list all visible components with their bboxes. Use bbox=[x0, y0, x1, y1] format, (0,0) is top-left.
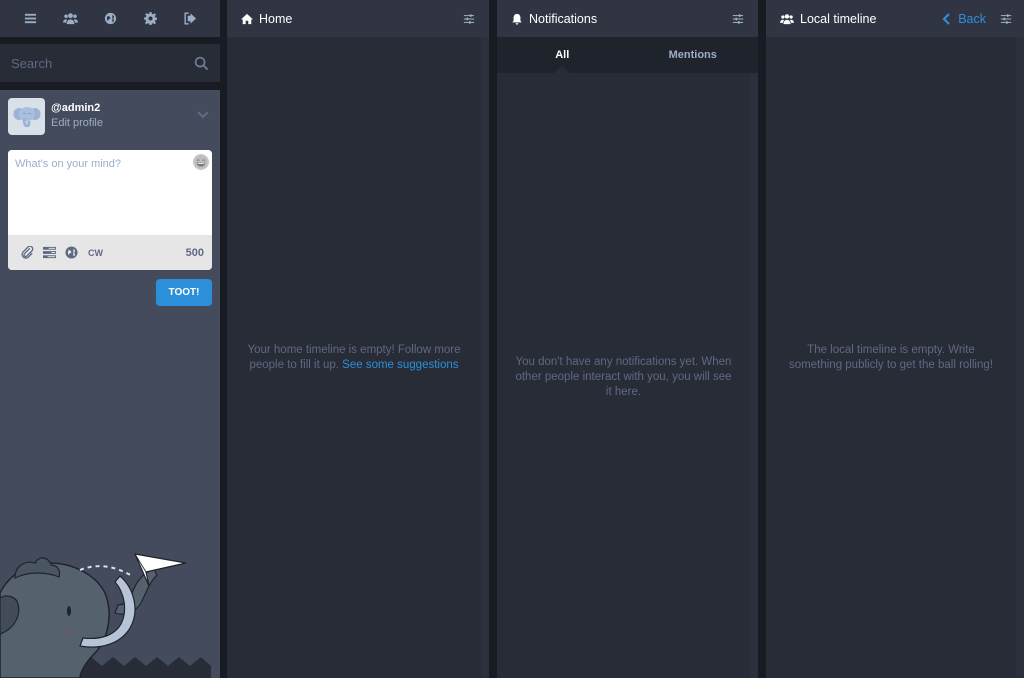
globe-icon bbox=[64, 246, 78, 259]
elephant-avatar-icon bbox=[13, 107, 40, 127]
toot-button[interactable]: TOOT! bbox=[156, 279, 212, 306]
home-empty-message: Your home timeline is empty! Follow more… bbox=[227, 343, 481, 373]
local-timeline-empty-message: The local timeline is empty. Write somet… bbox=[789, 344, 993, 371]
back-button[interactable]: Back bbox=[942, 12, 986, 26]
home-column: Home Your home timeline is empty! Follow… bbox=[227, 0, 489, 678]
local-timeline-button[interactable] bbox=[58, 7, 82, 31]
bell-icon bbox=[511, 13, 523, 25]
avatar[interactable] bbox=[8, 97, 45, 135]
notification-filter-bar: All Mentions bbox=[497, 37, 758, 73]
notifications-column-scrollbar[interactable] bbox=[750, 37, 758, 678]
notifications-column-title: Notifications bbox=[529, 11, 598, 26]
edit-profile-link[interactable]: Edit profile bbox=[51, 116, 103, 131]
home-column-scrollbar[interactable] bbox=[481, 37, 489, 678]
laughing-emoji-icon bbox=[194, 155, 208, 169]
home-column-header[interactable]: Home bbox=[227, 0, 489, 37]
local-timeline-column: Local timeline Back The local timeline i… bbox=[766, 0, 1024, 678]
logout-button[interactable] bbox=[178, 7, 202, 31]
tasks-icon bbox=[42, 246, 56, 259]
local-timeline-scrollbar[interactable] bbox=[1016, 37, 1024, 678]
navigation-bar: @admin2 Edit profile bbox=[0, 90, 220, 142]
search-icon[interactable] bbox=[194, 56, 209, 71]
notifications-column-header[interactable]: Notifications bbox=[497, 0, 758, 37]
users-icon bbox=[780, 13, 794, 25]
see-suggestions-link[interactable]: See some suggestions bbox=[342, 359, 458, 371]
notifications-column: Notifications All Mentions You don't hav… bbox=[497, 0, 758, 678]
privacy-button[interactable] bbox=[64, 246, 78, 260]
gear-icon bbox=[143, 12, 157, 25]
back-label: Back bbox=[958, 11, 986, 26]
compose-toolbar: CW 500 bbox=[8, 235, 212, 270]
compose-textarea[interactable] bbox=[8, 150, 212, 235]
bars-icon bbox=[24, 13, 36, 24]
local-timeline-settings-button[interactable] bbox=[1000, 13, 1012, 25]
account-handle[interactable]: @admin2 bbox=[51, 101, 103, 116]
globe-icon bbox=[104, 12, 116, 25]
chevron-left-icon bbox=[942, 12, 950, 25]
account-info: @admin2 Edit profile bbox=[51, 101, 103, 131]
sliders-icon bbox=[732, 13, 744, 24]
mastodon-mascot-illustration bbox=[0, 553, 211, 678]
emoji-picker-button[interactable] bbox=[193, 154, 209, 170]
upload-button[interactable] bbox=[20, 246, 34, 260]
tab-mentions[interactable]: Mentions bbox=[628, 37, 759, 73]
drawer-inner: @admin2 Edit profile What's on your mind… bbox=[0, 90, 220, 678]
home-column-title: Home bbox=[259, 11, 293, 26]
home-column-settings-button[interactable] bbox=[463, 13, 475, 25]
search-bar bbox=[0, 44, 220, 82]
sliders-icon bbox=[463, 13, 475, 24]
sliders-icon bbox=[1000, 13, 1012, 24]
content-warning-button[interactable]: CW bbox=[88, 248, 103, 258]
poll-button[interactable] bbox=[42, 246, 56, 260]
compose-form: CW 500 bbox=[8, 150, 212, 270]
search-input[interactable] bbox=[11, 55, 194, 71]
chevron-down-icon[interactable] bbox=[196, 110, 210, 120]
preferences-button[interactable] bbox=[138, 7, 162, 31]
character-counter: 500 bbox=[185, 246, 204, 259]
federated-timeline-button[interactable] bbox=[98, 7, 122, 31]
tab-all[interactable]: All bbox=[497, 37, 628, 73]
app: @admin2 Edit profile bbox=[0, 0, 1024, 678]
users-icon bbox=[62, 13, 78, 25]
drawer-nav bbox=[0, 0, 220, 37]
getting-started-button[interactable] bbox=[18, 7, 42, 31]
local-timeline-column-header[interactable]: Local timeline Back bbox=[766, 0, 1024, 37]
local-timeline-column-title: Local timeline bbox=[800, 11, 877, 26]
notifications-column-settings-button[interactable] bbox=[732, 13, 744, 25]
compose-drawer: @admin2 Edit profile bbox=[0, 0, 220, 678]
sign-out-icon bbox=[183, 12, 196, 25]
notifications-empty-message: You don't have any notifications yet. Wh… bbox=[515, 356, 732, 398]
paperclip-icon bbox=[21, 246, 33, 259]
home-icon bbox=[241, 13, 253, 25]
